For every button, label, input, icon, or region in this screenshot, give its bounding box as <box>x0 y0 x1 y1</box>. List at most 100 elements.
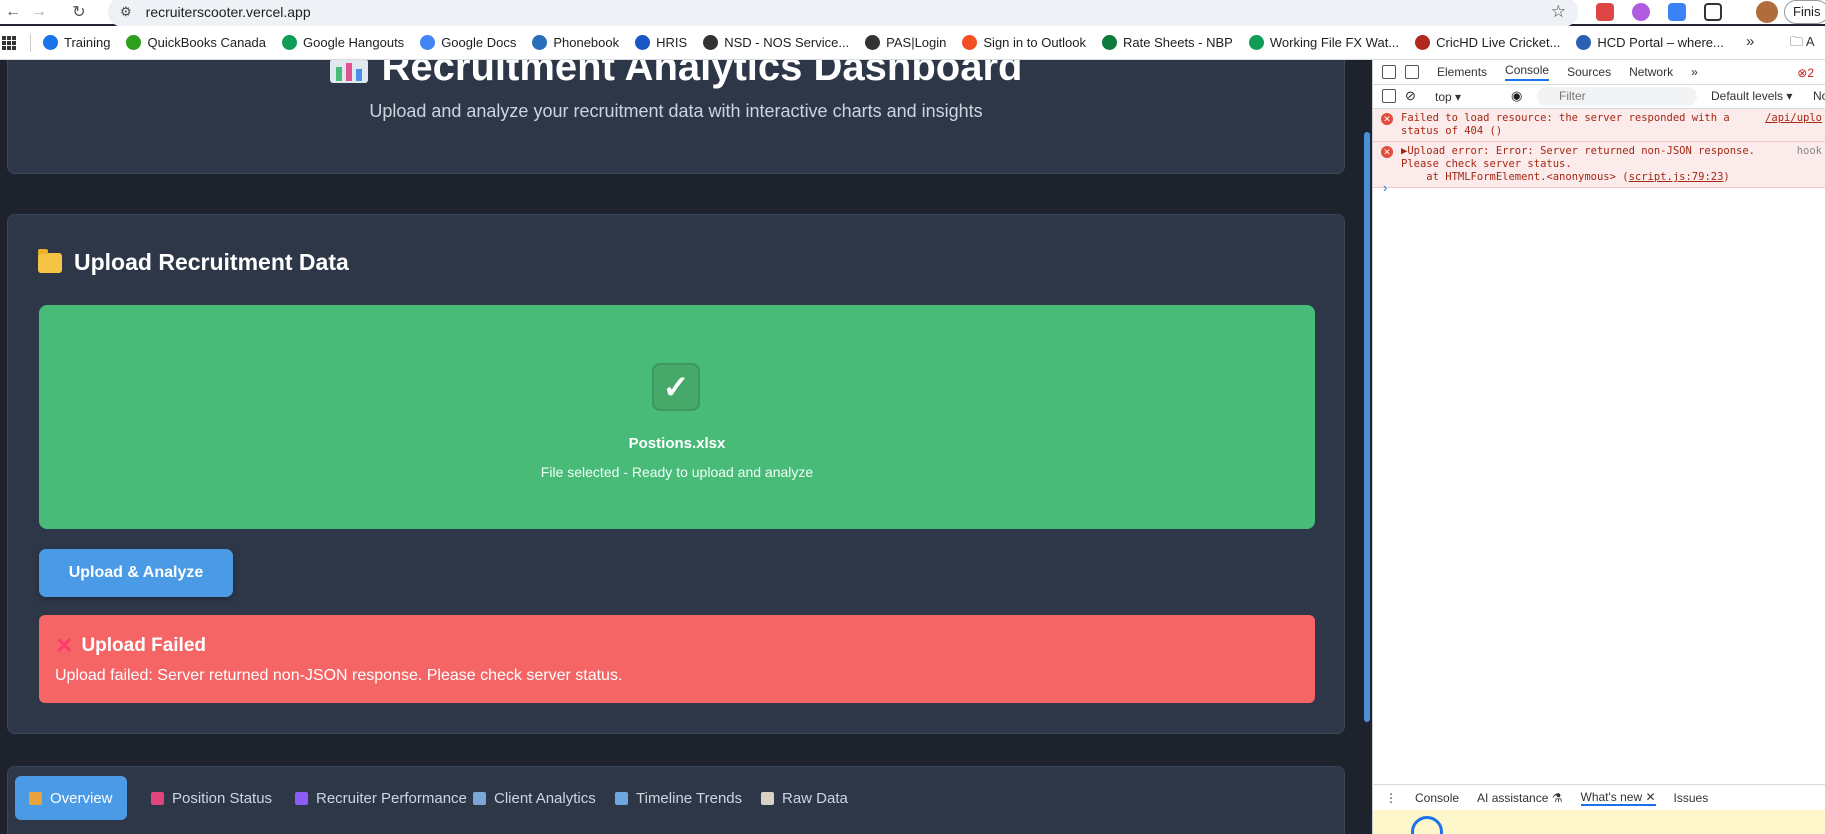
inspect-element-icon[interactable] <box>1382 65 1396 79</box>
bookmark-star-icon[interactable]: ☆ <box>1551 2 1566 22</box>
bookmark-item[interactable]: QuickBooks Canada <box>126 35 266 50</box>
tab-raw-data[interactable]: Raw Data <box>747 776 862 820</box>
client-analytics-icon <box>473 791 486 805</box>
error-count-badge[interactable]: ⊗2 <box>1797 66 1814 80</box>
tab-overview[interactable]: Overview <box>15 776 127 820</box>
tab-label: Raw Data <box>782 789 848 807</box>
console-error-text: Failed to load resource: the server resp… <box>1401 112 1730 137</box>
bookmark-item[interactable]: Google Docs <box>420 35 516 50</box>
devtools-tabbar: Elements Console Sources Network » ⊗2 <box>1373 60 1825 85</box>
devtools-panel: Elements Console Sources Network » ⊗2 ⊘ … <box>1372 60 1825 834</box>
check-icon: ✓ <box>652 363 700 411</box>
devtools-tab-console[interactable]: Console <box>1505 63 1550 81</box>
bookmark-label: Training <box>64 35 111 50</box>
bookmark-item[interactable]: Working File FX Wat... <box>1248 35 1400 50</box>
bookmarks-list: Training QuickBooks Canada Google Hangouts… <box>43 35 1740 50</box>
console-error-source-link[interactable]: hook <box>1797 145 1822 157</box>
record-extension-icon[interactable] <box>1596 3 1614 21</box>
overview-icon <box>29 791 42 805</box>
drawer-menu-icon[interactable]: ⋮ <box>1385 791 1397 805</box>
page-scrollbar[interactable] <box>1364 60 1370 834</box>
tab-position-status[interactable]: Position Status <box>137 776 286 820</box>
devtools-tab-network[interactable]: Network <box>1629 65 1673 79</box>
bookmark-label: PAS|Login <box>886 35 947 50</box>
globe-icon <box>703 35 719 50</box>
upload-analyze-button[interactable]: Upload & Analyze <box>39 549 233 597</box>
address-bar[interactable]: ⚙ recruiterscooter.vercel.app ☆ <box>108 0 1578 27</box>
profile-avatar[interactable] <box>1756 1 1778 23</box>
console-error-source-link[interactable]: /api/uplo <box>1765 112 1822 124</box>
bookmark-label: QuickBooks Canada <box>147 35 266 50</box>
hero-title-text: Recruitment Analytics Dashboard <box>381 60 1023 89</box>
bookmark-label: HCD Portal – where... <box>1597 35 1724 50</box>
bookmark-item[interactable]: Rate Sheets - NBP <box>1102 35 1233 50</box>
profile-button[interactable]: Finis <box>1784 0 1825 24</box>
drawer-tab-ai-assistance[interactable]: AI assistance ⚗ <box>1477 791 1562 805</box>
bookmarks-overflow-icon[interactable]: » <box>1746 33 1754 50</box>
error-title: ✕ Upload Failed <box>55 633 206 659</box>
hangouts-icon <box>282 35 297 50</box>
upload-card: Upload Recruitment Data ✓ Postions.xlsx … <box>7 214 1345 734</box>
upload-error-alert: ✕ Upload Failed Upload failed: Server re… <box>39 615 1315 703</box>
clear-console-icon[interactable]: ⊘ <box>1405 88 1416 104</box>
devtools-tab-elements[interactable]: Elements <box>1437 65 1487 79</box>
device-toolbar-icon[interactable] <box>1405 65 1419 79</box>
all-bookmarks-folder[interactable]: 🗀 A <box>1790 33 1815 55</box>
console-error-row[interactable]: ✕ ▶Upload error: Error: Server returned … <box>1373 142 1825 188</box>
hcd-icon <box>1576 35 1592 50</box>
script-source-link[interactable]: script.js:79:23 <box>1629 171 1724 183</box>
sheets-icon <box>1248 35 1264 50</box>
bookmark-item[interactable]: HCD Portal – where... <box>1576 35 1724 50</box>
tab-timeline-trends[interactable]: Timeline Trends <box>601 776 756 820</box>
bookmark-label: Google Docs <box>441 35 517 50</box>
page-title: Recruitment Analytics Dashboard <box>8 60 1344 90</box>
bookmark-item[interactable]: Training <box>43 35 110 50</box>
context-selector[interactable]: top ▾ <box>1435 90 1461 104</box>
phonebook-icon <box>532 35 548 50</box>
reload-icon[interactable]: ↻ <box>66 2 92 22</box>
bookmark-item[interactable]: NSD - NOS Service... <box>703 35 849 50</box>
console-filter-input[interactable]: Filter <box>1537 87 1697 106</box>
sidebar-toggle-icon[interactable] <box>1382 89 1396 103</box>
bookmark-label: HRIS <box>656 35 688 50</box>
bookmark-item[interactable]: Google Hangouts <box>282 35 404 50</box>
devtools-more-tabs-icon[interactable]: » <box>1691 65 1698 79</box>
position-status-icon <box>151 791 164 805</box>
dashboard-tabs: Overview Position Status Recruiter Perform… <box>7 766 1345 834</box>
error-message: Upload failed: Server returned non-JSON … <box>55 667 623 684</box>
bookmark-item[interactable]: Phonebook <box>532 35 619 50</box>
forward-icon[interactable]: → <box>26 3 52 21</box>
drawer-tab-issues[interactable]: Issues <box>1674 791 1709 805</box>
pen-extension-icon[interactable] <box>1668 3 1686 21</box>
console-prompt[interactable]: › <box>1383 180 1387 195</box>
drawer-tab-console[interactable]: Console <box>1415 791 1459 805</box>
tab-label: Recruiter Performance <box>316 789 467 807</box>
bookmark-label: NSD - NOS Service... <box>724 35 850 50</box>
raw-data-icon <box>761 791 774 805</box>
site-settings-icon[interactable]: ⚙ <box>120 4 132 20</box>
file-dropzone[interactable]: ✓ Postions.xlsx File selected - Ready to… <box>39 305 1315 529</box>
nbp-icon <box>1102 35 1118 50</box>
microsoft-icon <box>962 35 978 50</box>
upload-heading: Upload Recruitment Data <box>38 248 349 276</box>
chart-logo-icon <box>329 60 368 84</box>
devtools-tab-sources[interactable]: Sources <box>1567 65 1611 79</box>
bookmark-item[interactable]: PAS|Login <box>865 35 946 50</box>
bookmark-item[interactable]: HRIS <box>635 35 687 50</box>
tab-client-analytics[interactable]: Client Analytics <box>459 776 610 820</box>
extensions-puzzle-icon[interactable] <box>1704 3 1722 21</box>
whats-new-panel <box>1373 810 1825 834</box>
drawer-tab-whats-new[interactable]: What's new ✕ <box>1580 790 1656 806</box>
bookmark-item[interactable]: CricHD Live Cricket... <box>1415 35 1560 50</box>
training-icon <box>43 35 58 50</box>
bookmark-item[interactable]: Sign in to Outlook <box>962 35 1086 50</box>
console-error-row[interactable]: ✕ Failed to load resource: the server re… <box>1373 109 1825 142</box>
error-circle-icon: ✕ <box>1381 146 1393 158</box>
bookmark-label: Working File FX Wat... <box>1269 35 1400 50</box>
brain-extension-icon[interactable] <box>1632 3 1650 21</box>
back-icon[interactable]: ← <box>0 3 26 21</box>
apps-grid-icon[interactable] <box>2 35 16 50</box>
log-levels-dropdown[interactable]: Default levels ▾ <box>1711 89 1792 103</box>
live-expression-eye-icon[interactable]: ◉ <box>1511 88 1522 104</box>
tab-recruiter-performance[interactable]: Recruiter Performance <box>281 776 481 820</box>
